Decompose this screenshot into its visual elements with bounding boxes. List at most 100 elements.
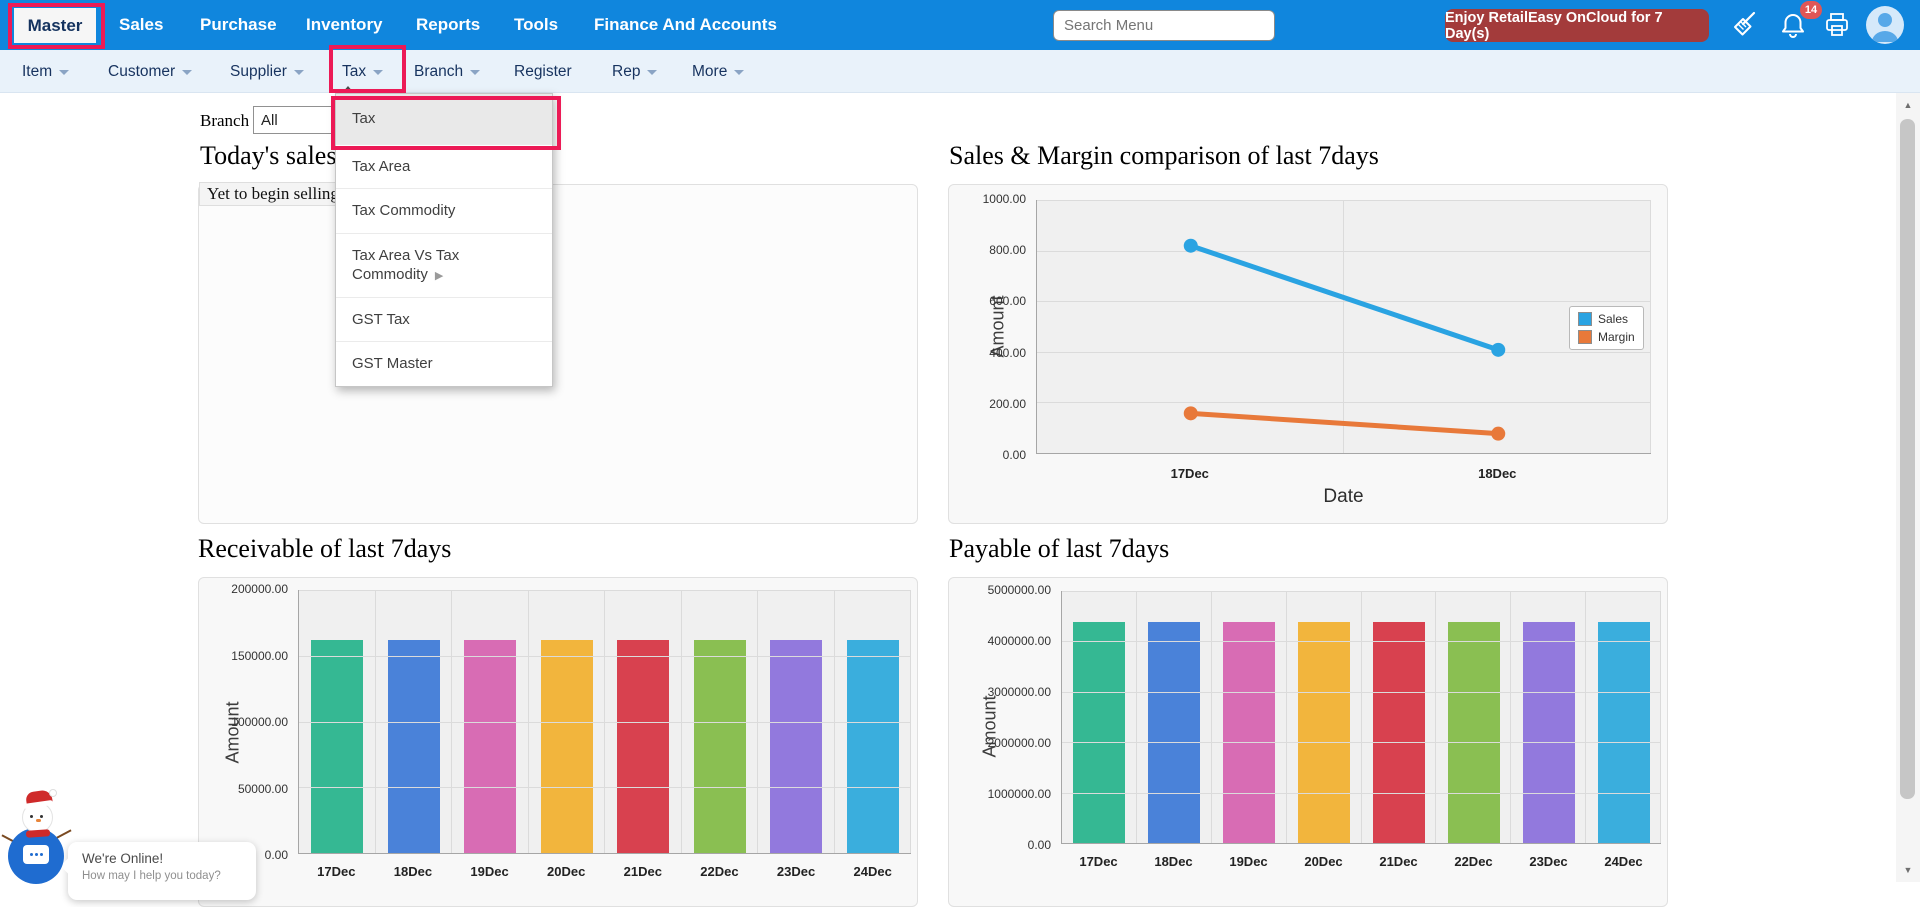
- bar-18Dec[interactable]: [1148, 622, 1200, 843]
- y-tick-label: 4000000.00: [988, 634, 1051, 648]
- subnav-item-item[interactable]: Item: [22, 50, 69, 93]
- dropdown-item-tax-area[interactable]: Tax Area: [336, 145, 552, 190]
- bar-22Dec[interactable]: [1448, 622, 1500, 843]
- point-sales-17Dec[interactable]: [1184, 239, 1198, 253]
- y-tick-label: 100000.00: [231, 715, 288, 729]
- chart-legend: Sales Margin: [1569, 306, 1644, 350]
- subnav-item-rep[interactable]: Rep: [612, 50, 657, 93]
- bar-20Dec[interactable]: [1298, 622, 1350, 843]
- scrollbar-down-arrow[interactable]: ▼: [1896, 860, 1920, 880]
- line-margin[interactable]: [1191, 413, 1499, 433]
- y-axis-tick-labels: 1000.00800.00600.00400.00200.000.00: [949, 192, 1026, 462]
- snowman-eye: [40, 815, 43, 818]
- x-tick-label: 18Dec: [1478, 466, 1516, 481]
- y-tick-label: 3000000.00: [988, 685, 1051, 699]
- y-axis-tick-labels: 200000.00150000.00100000.0050000.000.00: [199, 582, 288, 862]
- subnav-item-supplier[interactable]: Supplier: [230, 50, 304, 93]
- x-tick-label: 17Dec: [317, 864, 355, 879]
- chat-message-bubble[interactable]: We're Online! How may I help you today?: [68, 842, 256, 900]
- vertical-scrollbar[interactable]: ▲ ▼: [1896, 93, 1920, 882]
- theme-brush-icon[interactable]: [1729, 10, 1759, 40]
- subnav-item-more[interactable]: More: [692, 50, 744, 93]
- top-navigation-bar: Master Sales Purchase Inventory Reports …: [0, 0, 1920, 50]
- nav-item-finance-accounts[interactable]: Finance And Accounts: [594, 0, 777, 50]
- branch-label: Branch: [200, 111, 249, 131]
- snowman-hat-pom: [49, 789, 57, 797]
- nav-item-tools[interactable]: Tools: [514, 0, 558, 50]
- x-tick-label: 18Dec: [1154, 854, 1192, 869]
- chat-greeting-text: How may I help you today?: [82, 870, 244, 882]
- payable-chart-title: Payable of last 7days: [949, 534, 1169, 564]
- notification-count-badge: 14: [1800, 1, 1822, 19]
- subnav-item-branch[interactable]: Branch: [414, 50, 480, 93]
- dropdown-item-gst-tax[interactable]: GST Tax: [336, 298, 552, 343]
- point-margin-18Dec[interactable]: [1491, 427, 1505, 441]
- trial-banner[interactable]: Enjoy RetailEasy OnCloud for 7 Day(s): [1445, 9, 1709, 42]
- master-sub-navigation: Item Customer Supplier Tax Branch Regist…: [0, 50, 1920, 93]
- dropdown-item-tax-area-vs-tax-commodity[interactable]: Tax Area Vs Tax Commodity▶: [336, 234, 552, 298]
- nav-item-inventory[interactable]: Inventory: [306, 0, 383, 50]
- dropdown-item-gst-master[interactable]: GST Master: [336, 342, 552, 386]
- plot-area: [1036, 200, 1651, 454]
- x-tick-label: 17Dec: [1079, 854, 1117, 869]
- todays-sales-panel: [198, 184, 918, 524]
- point-sales-18Dec[interactable]: [1491, 343, 1505, 357]
- subnav-item-register[interactable]: Register: [514, 50, 572, 93]
- user-avatar[interactable]: [1866, 6, 1904, 44]
- bar-23Dec[interactable]: [770, 640, 822, 853]
- bar-24Dec[interactable]: [847, 640, 899, 853]
- y-tick-label: 150000.00: [231, 649, 288, 663]
- scrollbar-thumb[interactable]: [1900, 119, 1915, 799]
- printer-icon[interactable]: [1822, 10, 1852, 40]
- point-margin-17Dec[interactable]: [1184, 406, 1198, 420]
- subnav-item-customer[interactable]: Customer: [108, 50, 192, 93]
- legend-item-sales[interactable]: Sales: [1578, 312, 1635, 326]
- payable-chart-panel: Amount 5000000.004000000.003000000.00200…: [948, 577, 1668, 907]
- legend-item-margin[interactable]: Margin: [1578, 330, 1635, 344]
- x-axis-title: Date: [1036, 486, 1651, 508]
- x-tick-label: 21Dec: [1379, 854, 1417, 869]
- dropdown-pointer: [342, 86, 354, 93]
- bar-24Dec[interactable]: [1598, 622, 1650, 843]
- scrollbar-up-arrow[interactable]: ▲: [1896, 95, 1920, 115]
- x-axis-tick-labels: 17Dec18Dec19Dec20Dec21Dec22Dec23Dec24Dec: [1061, 854, 1661, 869]
- y-tick-label: 5000000.00: [988, 583, 1051, 597]
- submenu-arrow-icon: ▶: [435, 270, 443, 282]
- receivable-chart-panel: Amount 200000.00150000.00100000.0050000.…: [198, 577, 918, 907]
- todays-sales-empty-message: Yet to begin selling: [199, 182, 347, 206]
- nav-item-purchase[interactable]: Purchase: [200, 0, 277, 50]
- line-sales[interactable]: [1191, 246, 1499, 350]
- chevron-down-icon: [59, 70, 69, 75]
- bar-18Dec[interactable]: [388, 640, 440, 853]
- bar-20Dec[interactable]: [541, 640, 593, 853]
- sales-margin-chart-panel: Amount 1000.00800.00600.00400.00200.000.…: [948, 184, 1668, 524]
- bar-19Dec[interactable]: [464, 640, 516, 853]
- dropdown-item-tax-commodity[interactable]: Tax Commodity: [336, 189, 552, 234]
- legend-swatch: [1578, 330, 1592, 344]
- y-tick-label: 0.00: [1028, 838, 1051, 852]
- chevron-down-icon: [294, 70, 304, 75]
- nav-item-reports[interactable]: Reports: [416, 0, 480, 50]
- search-input[interactable]: [1053, 10, 1275, 41]
- nav-item-master[interactable]: Master: [14, 8, 96, 43]
- bar-17Dec[interactable]: [311, 640, 363, 853]
- bar-22Dec[interactable]: [694, 640, 746, 853]
- x-tick-label: 24Dec: [854, 864, 892, 879]
- nav-item-sales[interactable]: Sales: [119, 0, 163, 50]
- bar-23Dec[interactable]: [1523, 622, 1575, 843]
- chevron-down-icon: [373, 70, 383, 75]
- bar-21Dec[interactable]: [617, 640, 669, 853]
- plot-area: [298, 590, 911, 854]
- chat-status-text: We're Online!: [82, 851, 244, 866]
- bar-21Dec[interactable]: [1373, 622, 1425, 843]
- snowman-arm: [56, 829, 71, 838]
- bar-17Dec[interactable]: [1073, 622, 1125, 843]
- chat-widget-button[interactable]: [4, 793, 74, 888]
- legend-label: Margin: [1598, 330, 1635, 344]
- x-tick-label: 23Dec: [1529, 854, 1567, 869]
- bar-19Dec[interactable]: [1223, 622, 1275, 843]
- y-tick-label: 50000.00: [238, 782, 288, 796]
- snowman-nose: [36, 819, 41, 822]
- x-tick-label: 20Dec: [1304, 854, 1342, 869]
- dropdown-item-tax[interactable]: Tax: [336, 94, 552, 145]
